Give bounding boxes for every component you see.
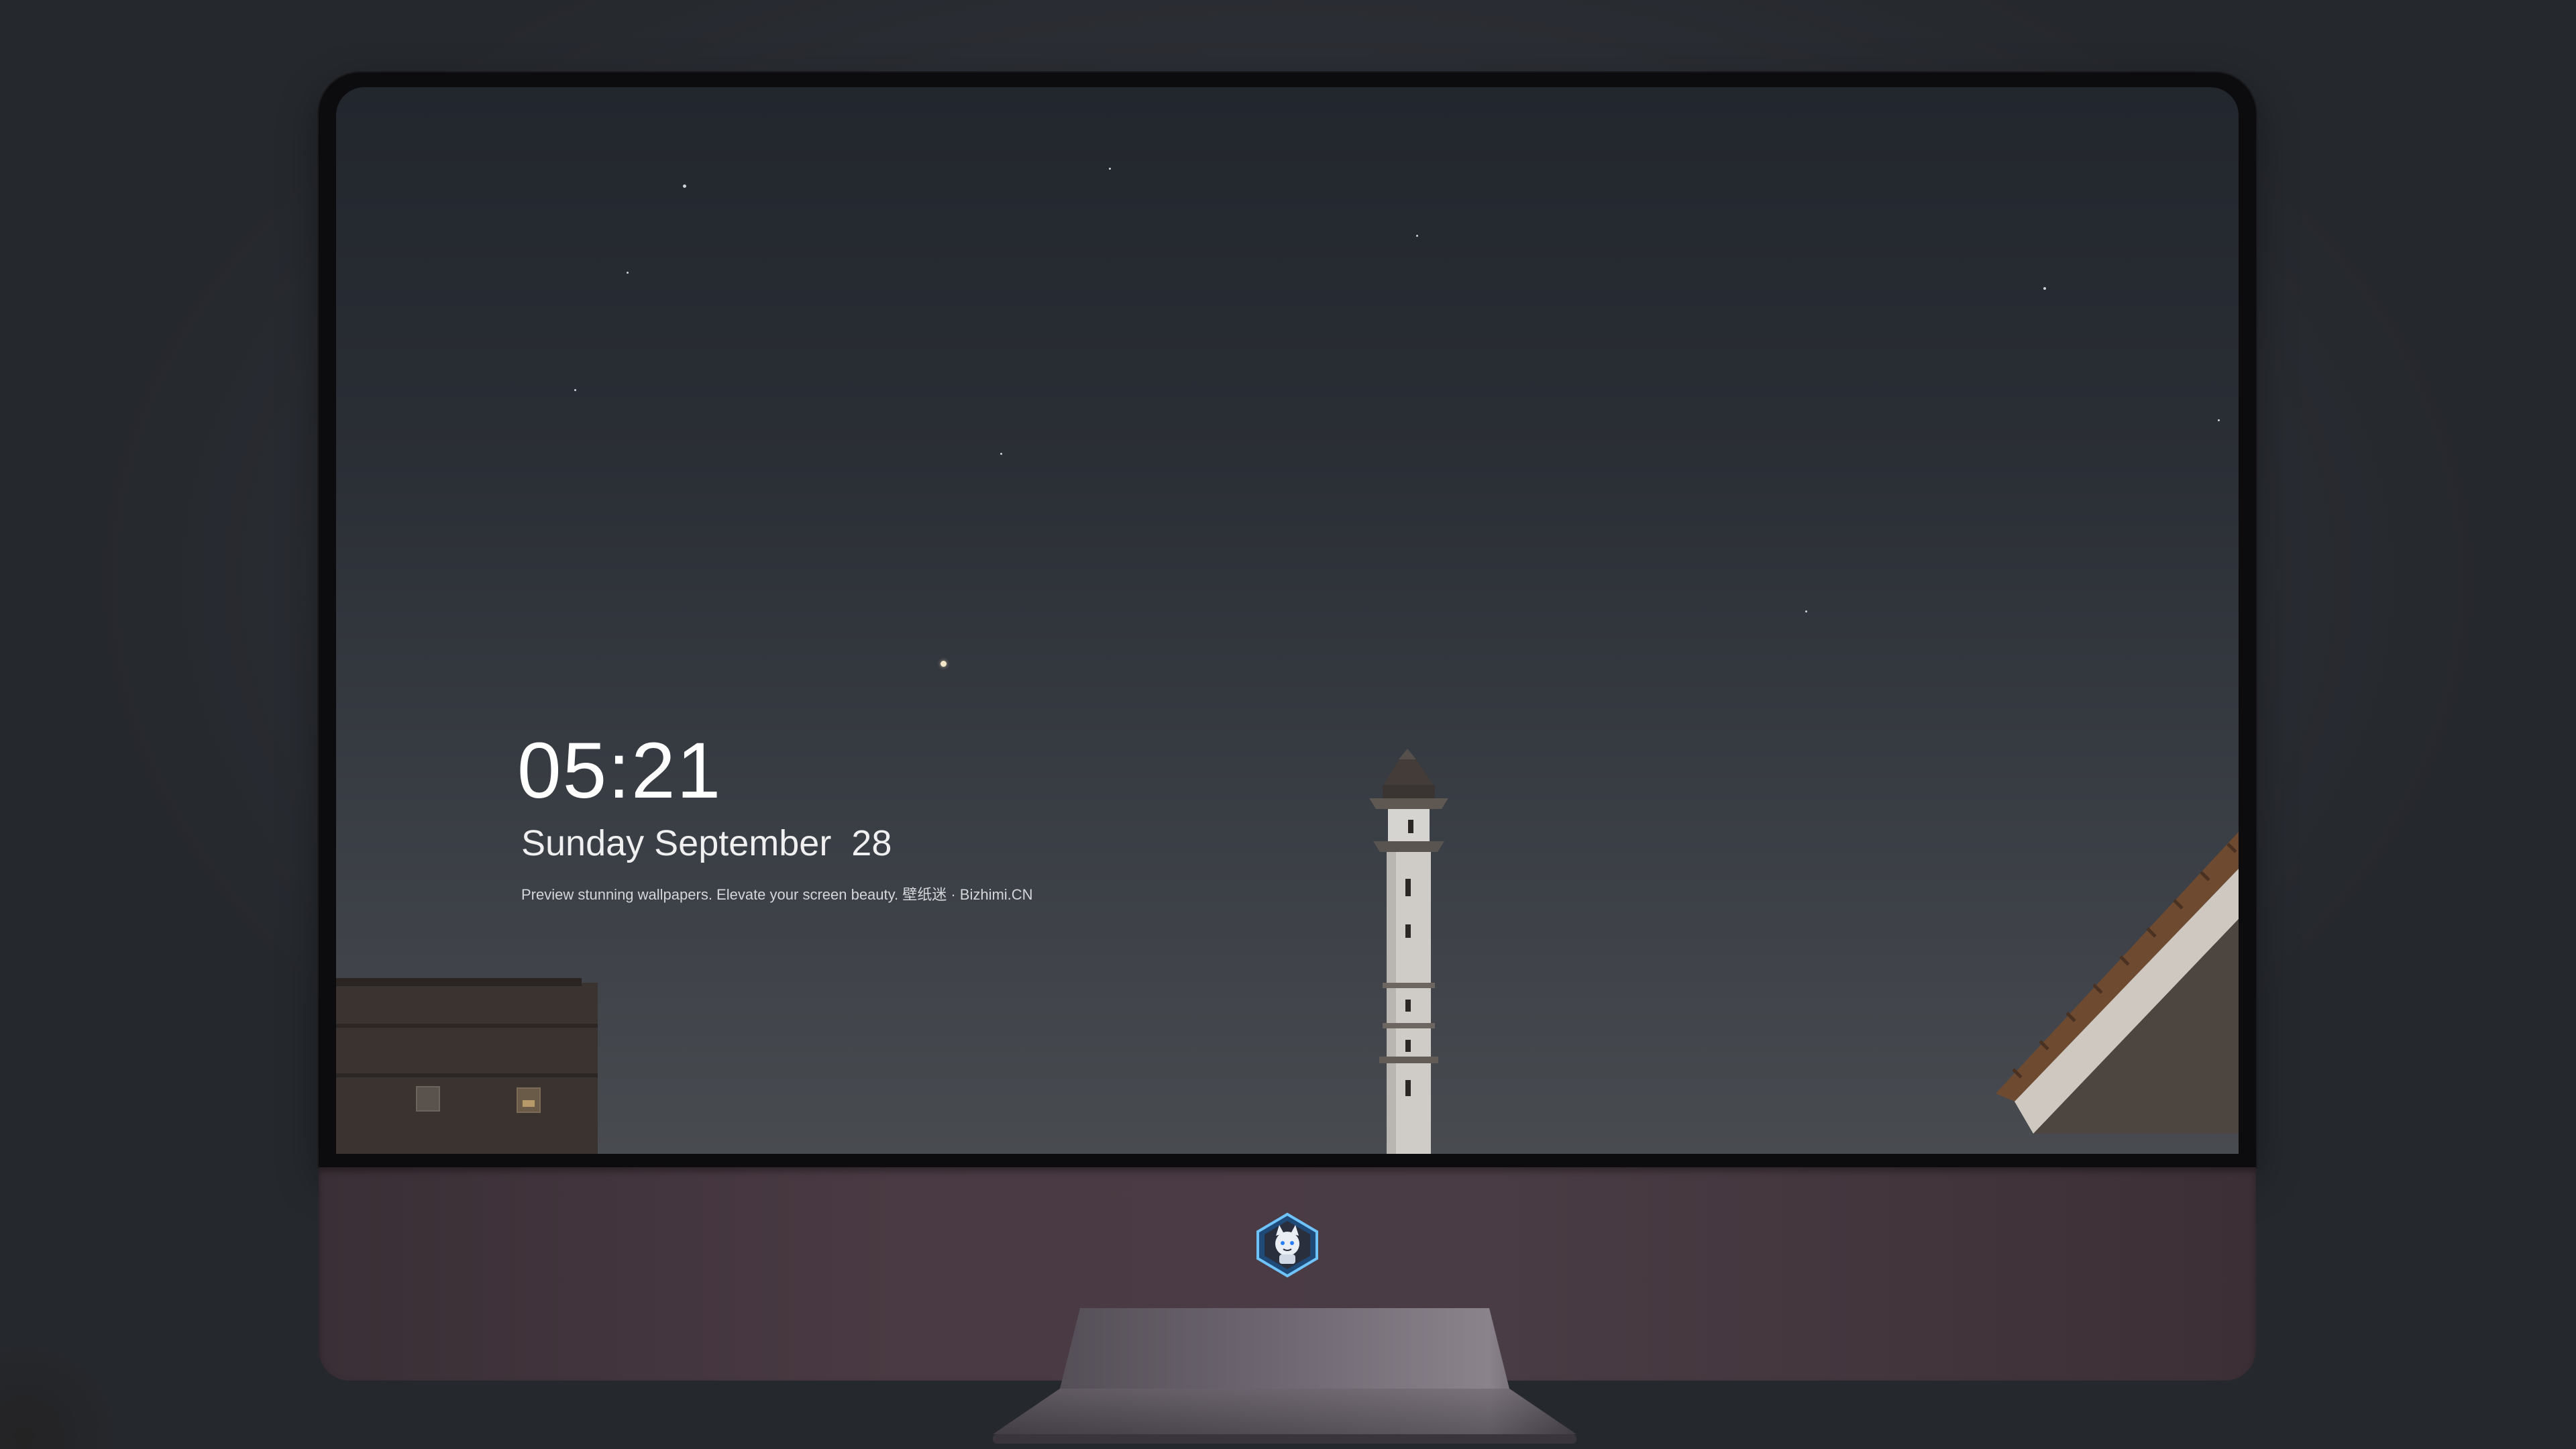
roof-right [1996, 832, 2239, 1134]
brand-logo-icon [1256, 1212, 1318, 1278]
lockscreen-time: 05:21 [517, 727, 722, 815]
background-room: 05:21 Sunday September 28 Preview stunni… [0, 0, 2576, 1449]
star [2043, 287, 2046, 290]
lockscreen-tagline: Preview stunning wallpapers. Elevate you… [521, 886, 1033, 903]
star [627, 272, 629, 274]
building-left [336, 978, 598, 1154]
lockscreen-date: Sunday September 28 [521, 823, 892, 863]
monitor-stand-shape [993, 1308, 1576, 1444]
imac-monitor: 05:21 Sunday September 28 Preview stunni… [319, 72, 2256, 1381]
monitor-bezel: 05:21 Sunday September 28 Preview stunni… [319, 72, 2256, 1167]
star [1109, 168, 1111, 170]
star [2218, 419, 2220, 421]
star [683, 184, 686, 188]
star [1805, 610, 1807, 612]
star [574, 389, 576, 391]
minaret-tower [1369, 749, 1448, 1154]
star [941, 661, 947, 667]
lock-screen: 05:21 Sunday September 28 Preview stunni… [336, 87, 2239, 1154]
star [1416, 235, 1418, 237]
wallpaper [336, 749, 2239, 1154]
star [1000, 453, 1002, 455]
